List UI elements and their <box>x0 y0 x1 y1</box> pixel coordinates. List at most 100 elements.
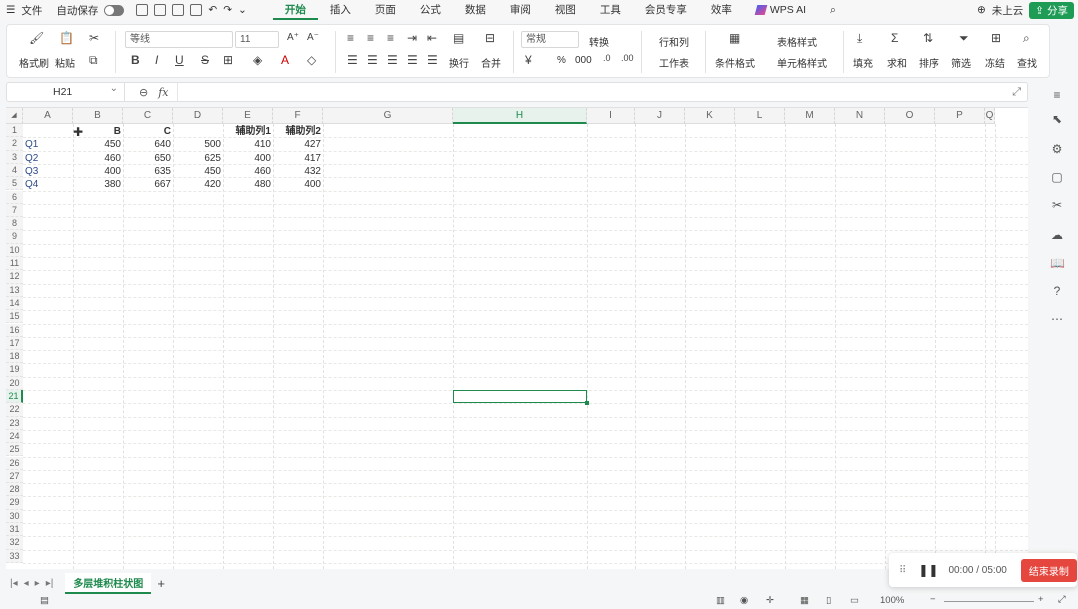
next-sheet-icon[interactable]: ▸ <box>35 578 40 589</box>
align-middle-icon[interactable]: ≡ <box>367 31 374 45</box>
font-size-select[interactable]: 11 <box>235 31 279 48</box>
row-header-10[interactable]: 10 <box>6 243 23 257</box>
column-header-n[interactable]: N <box>835 108 885 124</box>
value-cell[interactable]: 650 <box>125 152 171 165</box>
row-header-14[interactable]: 14 <box>6 296 23 311</box>
drag-handle-icon[interactable]: ⠿ <box>889 565 906 576</box>
wrap-text-icon[interactable]: ▤ <box>453 31 464 45</box>
tools-icon[interactable]: ✂ <box>1050 198 1064 212</box>
value-cell[interactable]: 400 <box>275 178 321 191</box>
value-cell[interactable]: 400 <box>225 152 271 165</box>
column-header-e[interactable]: E <box>223 108 273 124</box>
file-menu[interactable]: 文件 <box>21 3 42 18</box>
table-style-button[interactable]: 表格样式 <box>777 34 817 49</box>
shape-icon[interactable]: ▢ <box>1050 170 1064 184</box>
row-header-20[interactable]: 20 <box>6 376 23 390</box>
decrease-font-icon[interactable]: A⁻ <box>307 32 319 43</box>
paste-icon[interactable]: 📋 <box>59 31 74 45</box>
conditional-format-icon[interactable]: ▦ <box>729 31 740 45</box>
help-icon[interactable]: ? <box>1050 284 1064 298</box>
add-sheet-button[interactable]: + <box>157 576 165 591</box>
row-header-17[interactable]: 17 <box>6 336 23 351</box>
value-cell[interactable]: 667 <box>125 178 171 191</box>
sort-icon[interactable]: ⇅ <box>923 31 933 45</box>
row-header-11[interactable]: 11 <box>6 257 23 271</box>
column-header-j[interactable]: J <box>635 108 685 124</box>
row-header-25[interactable]: 25 <box>6 443 23 457</box>
row-header-8[interactable]: 8 <box>6 217 23 231</box>
row-header-26[interactable]: 26 <box>6 456 23 470</box>
book-icon[interactable]: 📖 <box>1050 256 1065 270</box>
row-header-7[interactable]: 7 <box>6 203 23 218</box>
save-icon[interactable] <box>136 4 149 16</box>
formula-input[interactable] <box>176 83 1013 101</box>
active-cell-selection[interactable] <box>453 390 589 406</box>
fullscreen-icon[interactable]: ⤢ <box>1058 594 1066 605</box>
row-header-3[interactable]: 3 <box>6 150 23 164</box>
column-header-f[interactable]: F <box>273 108 323 124</box>
zoom-slider[interactable] <box>944 601 1034 602</box>
tab-view[interactable]: 视图 <box>543 0 588 20</box>
merge-icon[interactable]: ⊟ <box>485 31 495 45</box>
clear-format-icon[interactable]: ◇ <box>307 53 316 67</box>
filter-button[interactable]: 筛选 <box>951 55 971 70</box>
pause-icon[interactable]: ❚❚ <box>918 563 938 577</box>
tab-wps-ai[interactable]: WPS AI <box>744 0 818 20</box>
value-cell[interactable]: 635 <box>125 165 171 178</box>
merge-button[interactable]: 合并 <box>481 55 501 70</box>
row-header-15[interactable]: 15 <box>6 310 23 324</box>
distributed-icon[interactable]: ☰ <box>427 53 438 67</box>
select-all-corner[interactable]: ◢ <box>6 108 23 124</box>
row-header-28[interactable]: 28 <box>6 483 23 497</box>
column-header-c[interactable]: C <box>123 108 173 124</box>
backup-icon[interactable]: ☁ <box>1050 228 1064 242</box>
conditional-format-button[interactable]: 条件格式 <box>715 55 755 70</box>
expand-formula-icon[interactable]: ⤢ <box>1012 86 1027 99</box>
sum-button[interactable]: 求和 <box>887 55 907 70</box>
value-cell[interactable]: 400 <box>75 165 121 178</box>
number-format-select[interactable]: 常规 <box>521 31 579 48</box>
justify-icon[interactable]: ☰ <box>407 53 418 67</box>
value-cell[interactable]: 380 <box>75 178 121 191</box>
column-header-k[interactable]: K <box>685 108 735 124</box>
row-header-24[interactable]: 24 <box>6 429 23 444</box>
indent-icon[interactable]: ⇥ <box>407 31 417 45</box>
sheet-settings-icon[interactable]: ▤ <box>40 595 49 606</box>
spreadsheet-grid[interactable]: ◢ A B C D E F G H I J K L M N O P Q 1 2 3 4 5 6 7 8 9 10 11 12 13 14 15 1… <box>6 107 1028 569</box>
value-cell[interactable]: 460 <box>75 152 121 165</box>
cell-style-button[interactable]: 单元格样式 <box>777 55 827 70</box>
preview-icon[interactable] <box>190 4 203 16</box>
row-header-2[interactable]: 2 <box>6 137 23 151</box>
fill-icon[interactable]: ⤓ <box>857 31 862 46</box>
paste-button[interactable]: 粘贴 <box>55 55 75 70</box>
row-label-cell[interactable]: Q2 <box>25 152 71 165</box>
value-cell[interactable]: 427 <box>275 138 321 151</box>
print-icon[interactable] <box>172 4 185 16</box>
sum-icon[interactable]: Σ <box>891 31 898 45</box>
row-header-18[interactable]: 18 <box>6 350 23 364</box>
first-sheet-icon[interactable]: |◂ <box>10 578 18 589</box>
row-header-5[interactable]: 5 <box>6 177 23 191</box>
select-pointer-icon[interactable]: ⬉ <box>1050 112 1064 126</box>
increase-decimal-icon[interactable]: .0 <box>603 53 611 63</box>
convert-button[interactable]: 转换 <box>589 34 609 49</box>
italic-button[interactable]: I <box>155 53 158 67</box>
view-normal-icon[interactable]: ▥ <box>716 595 725 606</box>
row-label-cell[interactable]: Q3 <box>25 165 71 178</box>
name-box[interactable]: H21 <box>7 80 125 101</box>
tab-member[interactable]: 会员专享 <box>633 0 699 20</box>
column-header-i[interactable]: I <box>587 108 635 124</box>
fill-button[interactable]: 填充 <box>853 55 873 70</box>
find-icon[interactable]: ⌕ <box>1023 31 1030 46</box>
copy-icon[interactable]: ⧉ <box>89 53 98 68</box>
fx-icon[interactable]: fx <box>158 86 168 99</box>
prev-sheet-icon[interactable]: ◂ <box>24 578 29 589</box>
align-right-icon[interactable]: ☰ <box>387 53 398 67</box>
value-cell[interactable]: 410 <box>225 138 271 151</box>
value-cell[interactable]: 480 <box>225 178 271 191</box>
sort-button[interactable]: 排序 <box>919 55 939 70</box>
zoom-out-icon[interactable]: − <box>930 594 936 605</box>
row-header-6[interactable]: 6 <box>6 190 23 204</box>
tab-tools[interactable]: 工具 <box>588 0 633 20</box>
decrease-decimal-icon[interactable]: .00 <box>621 53 634 63</box>
